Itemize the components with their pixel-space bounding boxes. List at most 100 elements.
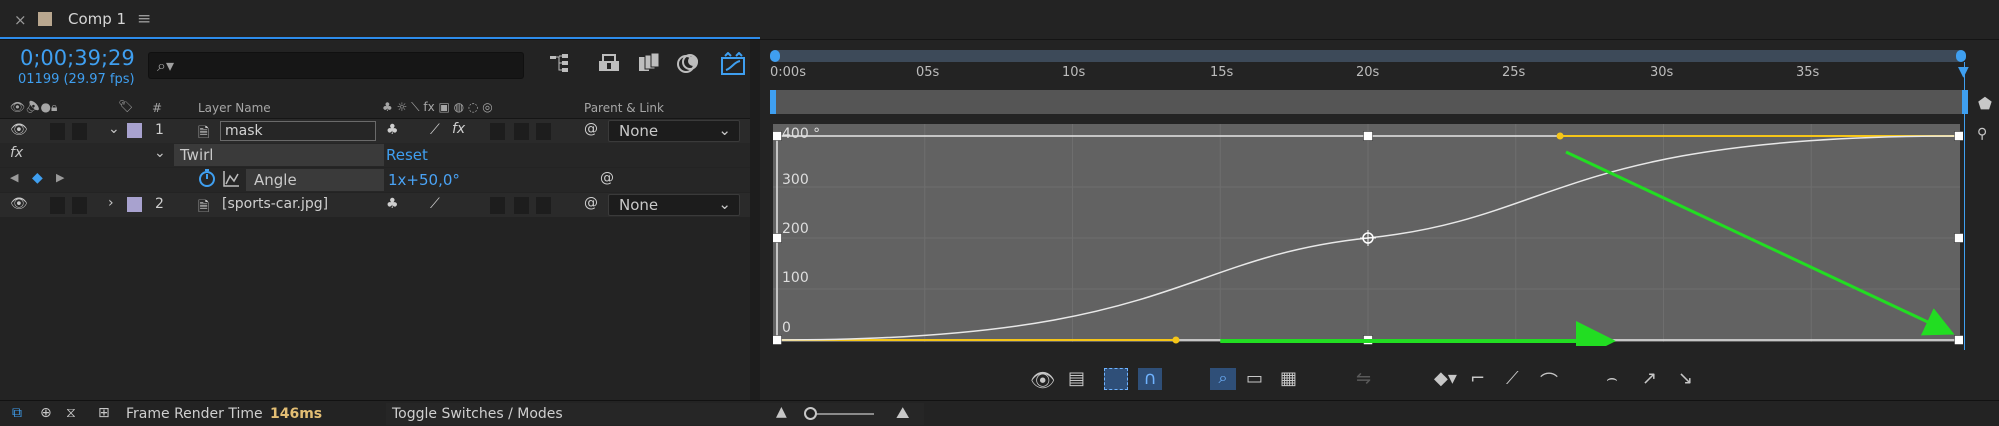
zoom-in-icon[interactable]: ⛰: [896, 403, 909, 423]
in-out-icon[interactable]: ⧖: [66, 405, 76, 421]
comp-tab-title[interactable]: Comp 1: [68, 10, 126, 28]
adjustment-switch[interactable]: [514, 197, 529, 214]
stopwatch-icon[interactable]: [198, 168, 216, 192]
zoom-slider-thumb[interactable]: [804, 407, 817, 420]
close-icon[interactable]: ×: [14, 11, 27, 29]
easy-ease-out-icon[interactable]: ↘: [1678, 368, 1693, 389]
search-input[interactable]: ⌕▾: [148, 52, 524, 79]
layer-name-column-header[interactable]: Layer Name: [198, 101, 271, 115]
work-area-bar[interactable]: [770, 50, 1966, 62]
y-axis-label: 200: [782, 221, 809, 237]
solo-switch[interactable]: [50, 123, 65, 140]
layer-label-color[interactable]: [127, 123, 142, 138]
av-switches-icons: 👁︎🔈︎●🔒︎: [10, 100, 58, 114]
quality-switch-icon[interactable]: ⟋: [430, 122, 440, 138]
layer-name[interactable]: [sports-car.jpg]: [222, 196, 328, 212]
graph-toggle-icon[interactable]: [222, 169, 240, 193]
work-area-end-handle[interactable]: [1956, 50, 1966, 62]
effect-row[interactable]: fx ⌄ Twirl Reset: [0, 143, 750, 167]
easy-ease-icon[interactable]: ⌢: [1606, 368, 1618, 389]
auto-zoom-height-icon[interactable]: ⌕: [1210, 368, 1236, 390]
time-ruler[interactable]: 0:00s 05s 10s 15s 20s 25s 30s 35s: [770, 62, 1966, 88]
timeline-navigator[interactable]: [770, 90, 1966, 114]
easy-ease-in-icon[interactable]: ↗: [1642, 368, 1657, 389]
visibility-eye-icon[interactable]: 👁︎: [10, 196, 28, 212]
visibility-eye-icon[interactable]: 👁︎: [10, 122, 28, 138]
layer-columns-header: 👁︎🔈︎●🔒︎ 🏷︎ # Layer Name ♣ ☼ ⟍ fx ▣ ◍ ◌ ◎…: [0, 97, 750, 119]
ruler-tick-label: 10s: [1062, 65, 1086, 80]
layer-label-color[interactable]: [127, 197, 142, 212]
shy-switch-icon[interactable]: ♣: [386, 196, 399, 212]
quality-switch-icon[interactable]: ⟋: [430, 196, 440, 212]
auto-bezier-icon[interactable]: ⌒: [1540, 368, 1558, 394]
work-area-start-handle[interactable]: [770, 50, 780, 62]
fit-all-icon[interactable]: ▦: [1280, 368, 1297, 389]
transform-handle: [1954, 131, 1963, 141]
property-row[interactable]: ◀ ◆ ▶ Angle 1x+50,0° @: [0, 168, 750, 192]
previous-keyframe-icon[interactable]: ◀: [10, 171, 18, 184]
angle-value[interactable]: 1x+50,0°: [388, 171, 460, 189]
frame-time-icon[interactable]: ⊞: [98, 405, 110, 421]
shy-switch-icon[interactable]: ♣: [386, 122, 399, 138]
transform-box-icon[interactable]: [1104, 368, 1128, 390]
lock-switch[interactable]: [72, 123, 87, 140]
layer-row[interactable]: 👁︎ › 2 🗎︎ [sports-car.jpg] ♣ ⟋ @ None ⌄: [0, 193, 750, 217]
motion-blur-switch[interactable]: [490, 197, 505, 214]
motion-blur-switch[interactable]: [490, 123, 505, 140]
property-name-cell[interactable]: Angle: [246, 169, 384, 191]
playhead-icon[interactable]: ▼: [1958, 64, 1969, 80]
convert-linear-icon[interactable]: ⟋: [1506, 368, 1519, 389]
solo-switch[interactable]: [50, 197, 65, 214]
chevron-right-icon[interactable]: ›: [108, 195, 114, 211]
keyframe-point: [1954, 335, 1963, 345]
pickwhip-icon[interactable]: @: [584, 121, 598, 137]
layer-row[interactable]: 👁︎ ⌄ 1 🗎︎ mask ♣ ⟋ fx @ None ⌄: [0, 119, 750, 143]
3d-switch[interactable]: [536, 123, 551, 140]
transfer-controls-icon[interactable]: ⊕: [40, 405, 52, 421]
property-name: Angle: [254, 171, 297, 189]
parent-link-column-header: Parent & Link: [584, 101, 664, 115]
effect-name-cell[interactable]: Twirl: [174, 144, 384, 166]
fit-selection-icon[interactable]: ▭: [1246, 368, 1263, 389]
render-icon[interactable]: ⧉: [12, 405, 22, 421]
number-column-header: #: [152, 101, 163, 115]
graph-options-icon[interactable]: ▤: [1068, 368, 1085, 389]
draft-3d-icon[interactable]: [596, 52, 622, 79]
3d-switch[interactable]: [536, 197, 551, 214]
panel-menu-icon[interactable]: ≡: [137, 9, 151, 29]
navigator-end-marker[interactable]: [1962, 90, 1968, 114]
comp-marker-bin-icon[interactable]: ⬟: [1978, 94, 1992, 113]
transform-handle: [1363, 131, 1373, 141]
expression-pickwhip-icon[interactable]: @: [600, 170, 614, 186]
navigator-start-marker[interactable]: [770, 90, 776, 114]
snap-magnet-icon[interactable]: ∩: [1138, 368, 1162, 390]
pickwhip-icon[interactable]: @: [584, 195, 598, 211]
graph-canvas[interactable]: [773, 124, 1963, 346]
motion-blur-icon[interactable]: [676, 52, 702, 79]
effect-reset-link[interactable]: Reset: [386, 146, 428, 164]
adjustment-switch[interactable]: [514, 123, 529, 140]
add-keyframe-icon[interactable]: ◆: [32, 170, 43, 186]
active-tab-underline: [0, 37, 760, 39]
graph-editor-icon[interactable]: [720, 51, 748, 81]
graph-snap-icon[interactable]: ⚲: [1977, 126, 1987, 142]
show-properties-icon[interactable]: 👁︎: [1030, 368, 1055, 392]
layer-name-field[interactable]: mask: [220, 121, 376, 141]
y-axis-label: 400 °: [782, 126, 821, 142]
zoom-out-icon[interactable]: ▲: [776, 404, 787, 420]
current-timecode[interactable]: 0;00;39;29: [20, 46, 135, 70]
composition-flowchart-icon[interactable]: [548, 52, 574, 79]
comp-tab-bar: × Comp 1 ≡: [0, 0, 1999, 40]
effect-switch-icon[interactable]: fx: [452, 121, 465, 137]
transform-handle: [1954, 233, 1963, 243]
convert-hold-icon[interactable]: ⌐: [1470, 368, 1485, 389]
parent-dropdown[interactable]: None ⌄: [608, 120, 740, 142]
chevron-down-icon[interactable]: ⌄: [108, 121, 120, 137]
parent-dropdown[interactable]: None ⌄: [608, 194, 740, 216]
current-time-indicator[interactable]: [1964, 62, 1965, 350]
chevron-down-icon[interactable]: ⌄: [154, 145, 166, 161]
next-keyframe-icon[interactable]: ▶: [56, 171, 64, 184]
edit-keyframe-icon[interactable]: ◆▾: [1434, 368, 1457, 389]
frame-blending-icon[interactable]: [636, 52, 662, 79]
lock-switch[interactable]: [72, 197, 87, 214]
